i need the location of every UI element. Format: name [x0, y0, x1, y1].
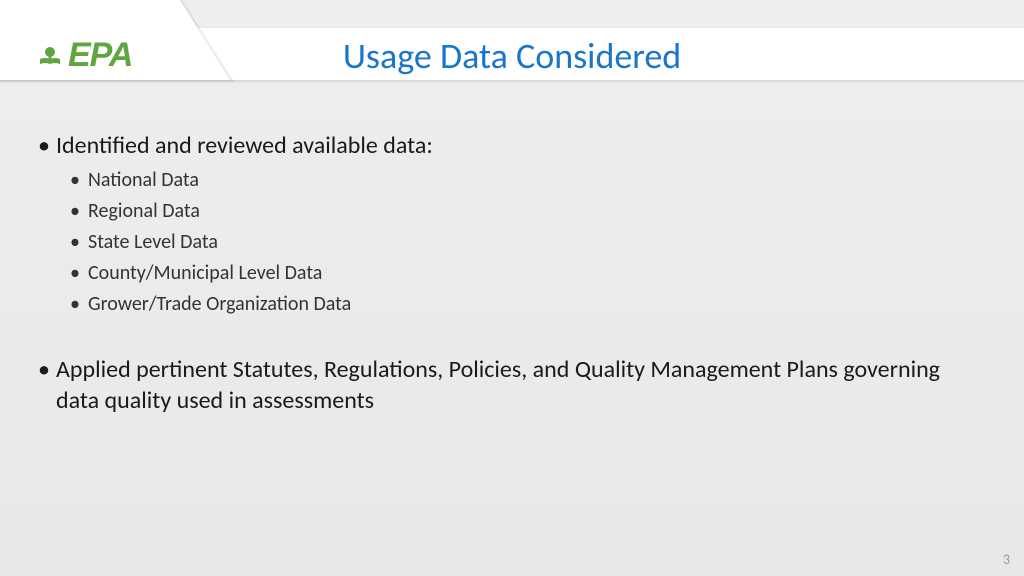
bullet-level-1: Identified and reviewed available data:: [38, 130, 986, 161]
bullet-level-2: State Level Data: [70, 229, 986, 256]
bullet-level-1: Applied pertinent Statutes, Regulations,…: [38, 354, 986, 416]
bullet-level-2: Regional Data: [70, 198, 986, 225]
page-number: 3: [1003, 551, 1010, 568]
spacer: [38, 322, 986, 354]
bullet-level-2: Grower/Trade Organization Data: [70, 291, 986, 318]
bullet-level-2: National Data: [70, 167, 986, 194]
bullet-level-2: County/Municipal Level Data: [70, 260, 986, 287]
slide-content: Identified and reviewed available data: N…: [38, 130, 986, 423]
slide-title: Usage Data Considered: [0, 34, 1024, 78]
